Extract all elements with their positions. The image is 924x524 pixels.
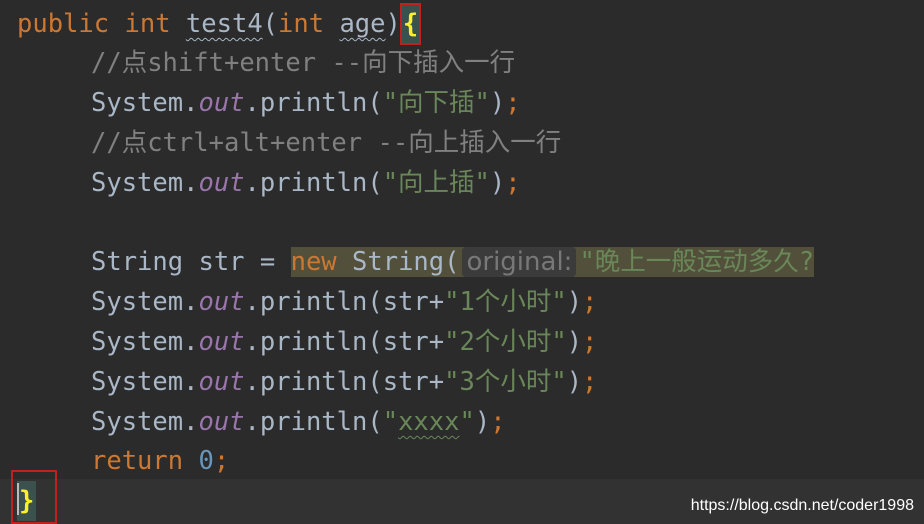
system-class: System. [91, 407, 199, 437]
code-editor[interactable]: public int test4(int age){ //点shift+ente… [0, 0, 924, 524]
comment-ctrl-alt-enter: //点ctrl+alt+enter --向上插入一行 [91, 128, 562, 158]
close-paren: ) [474, 407, 491, 437]
open-paren: ( [262, 9, 279, 39]
param-type: int [278, 9, 325, 39]
system-class: System. [91, 367, 199, 397]
comment-shift-enter: //点shift+enter --向下插入一行 [91, 48, 516, 78]
string-literal: "1个小时" [444, 287, 567, 317]
new-string-expression: new String(original: "晚上一般运动多久? [290, 247, 815, 277]
system-class: System. [91, 168, 199, 198]
semicolon: ; [213, 446, 230, 476]
semicolon: ; [582, 367, 598, 397]
keyword-int: int [124, 9, 171, 39]
code-line-11[interactable]: System.out.println("xxxx"); [91, 402, 506, 442]
code-line-1[interactable]: public int test4(int age){ [17, 3, 422, 45]
out-field: out [198, 287, 245, 317]
code-line-9[interactable]: System.out.println(str+"2个小时"); [91, 322, 597, 362]
out-field: out [198, 407, 245, 437]
code-line-10[interactable]: System.out.println(str+"3个小时"); [91, 362, 597, 402]
println-call: .println( [244, 168, 383, 198]
string-quote-open: " [382, 407, 399, 437]
code-line-7[interactable]: String str = new String(original: "晚上一般运动… [91, 242, 815, 282]
string-constructor: String( [336, 247, 460, 277]
semicolon: ; [505, 88, 521, 118]
keyword-return: return [91, 446, 184, 476]
close-paren: ) [489, 88, 506, 118]
println-call: .println(str+ [244, 287, 445, 317]
close-paren: ) [489, 168, 506, 198]
semicolon: ; [505, 168, 521, 198]
println-call: .println( [244, 88, 383, 118]
keyword-public: public [17, 9, 110, 39]
string-literal: "向上插" [382, 168, 490, 198]
system-class: System. [91, 327, 199, 357]
close-paren: ) [566, 287, 583, 317]
println-call: .println(str+ [244, 327, 445, 357]
code-line-4[interactable]: //点ctrl+alt+enter --向上插入一行 [91, 123, 561, 163]
println-call: .println(str+ [244, 367, 445, 397]
system-class: System. [91, 287, 199, 317]
string-declaration: String str = [91, 247, 291, 277]
code-line-5[interactable]: System.out.println("向上插"); [91, 163, 521, 203]
system-class: System. [91, 88, 199, 118]
watermark: https://blog.csdn.net/coder1998 [690, 497, 914, 514]
string-body-typo: xxxx [398, 407, 460, 437]
code-line-2[interactable]: //点shift+enter --向下插入一行 [91, 43, 515, 83]
out-field: out [198, 168, 245, 198]
method-name: test4 [185, 9, 263, 39]
out-field: out [198, 327, 245, 357]
close-paren: ) [566, 327, 583, 357]
string-quote-close: " [459, 407, 475, 437]
param-name: age [339, 9, 386, 39]
parameter-hint-original: original: [462, 247, 577, 277]
out-field: out [198, 367, 245, 397]
println-call: .println( [244, 407, 383, 437]
code-line-3[interactable]: System.out.println("向下插"); [91, 83, 521, 123]
code-line-8[interactable]: System.out.println(str+"1个小时"); [91, 282, 597, 322]
return-value: 0 [198, 446, 214, 476]
annotation-box-close-brace [11, 470, 57, 524]
code-line-12[interactable]: return 0; [91, 441, 229, 481]
string-literal: "3个小时" [444, 367, 567, 397]
out-field: out [198, 88, 245, 118]
close-paren: ) [566, 367, 583, 397]
open-brace-highlighted: { [399, 3, 422, 45]
string-literal: "晚上一般运动多久? [579, 247, 815, 277]
string-literal: "向下插" [382, 88, 490, 118]
keyword-new: new [290, 247, 337, 277]
semicolon: ; [490, 407, 506, 437]
string-literal: "2个小时" [444, 327, 567, 357]
semicolon: ; [582, 327, 598, 357]
close-paren: ) [385, 9, 401, 39]
semicolon: ; [582, 287, 598, 317]
